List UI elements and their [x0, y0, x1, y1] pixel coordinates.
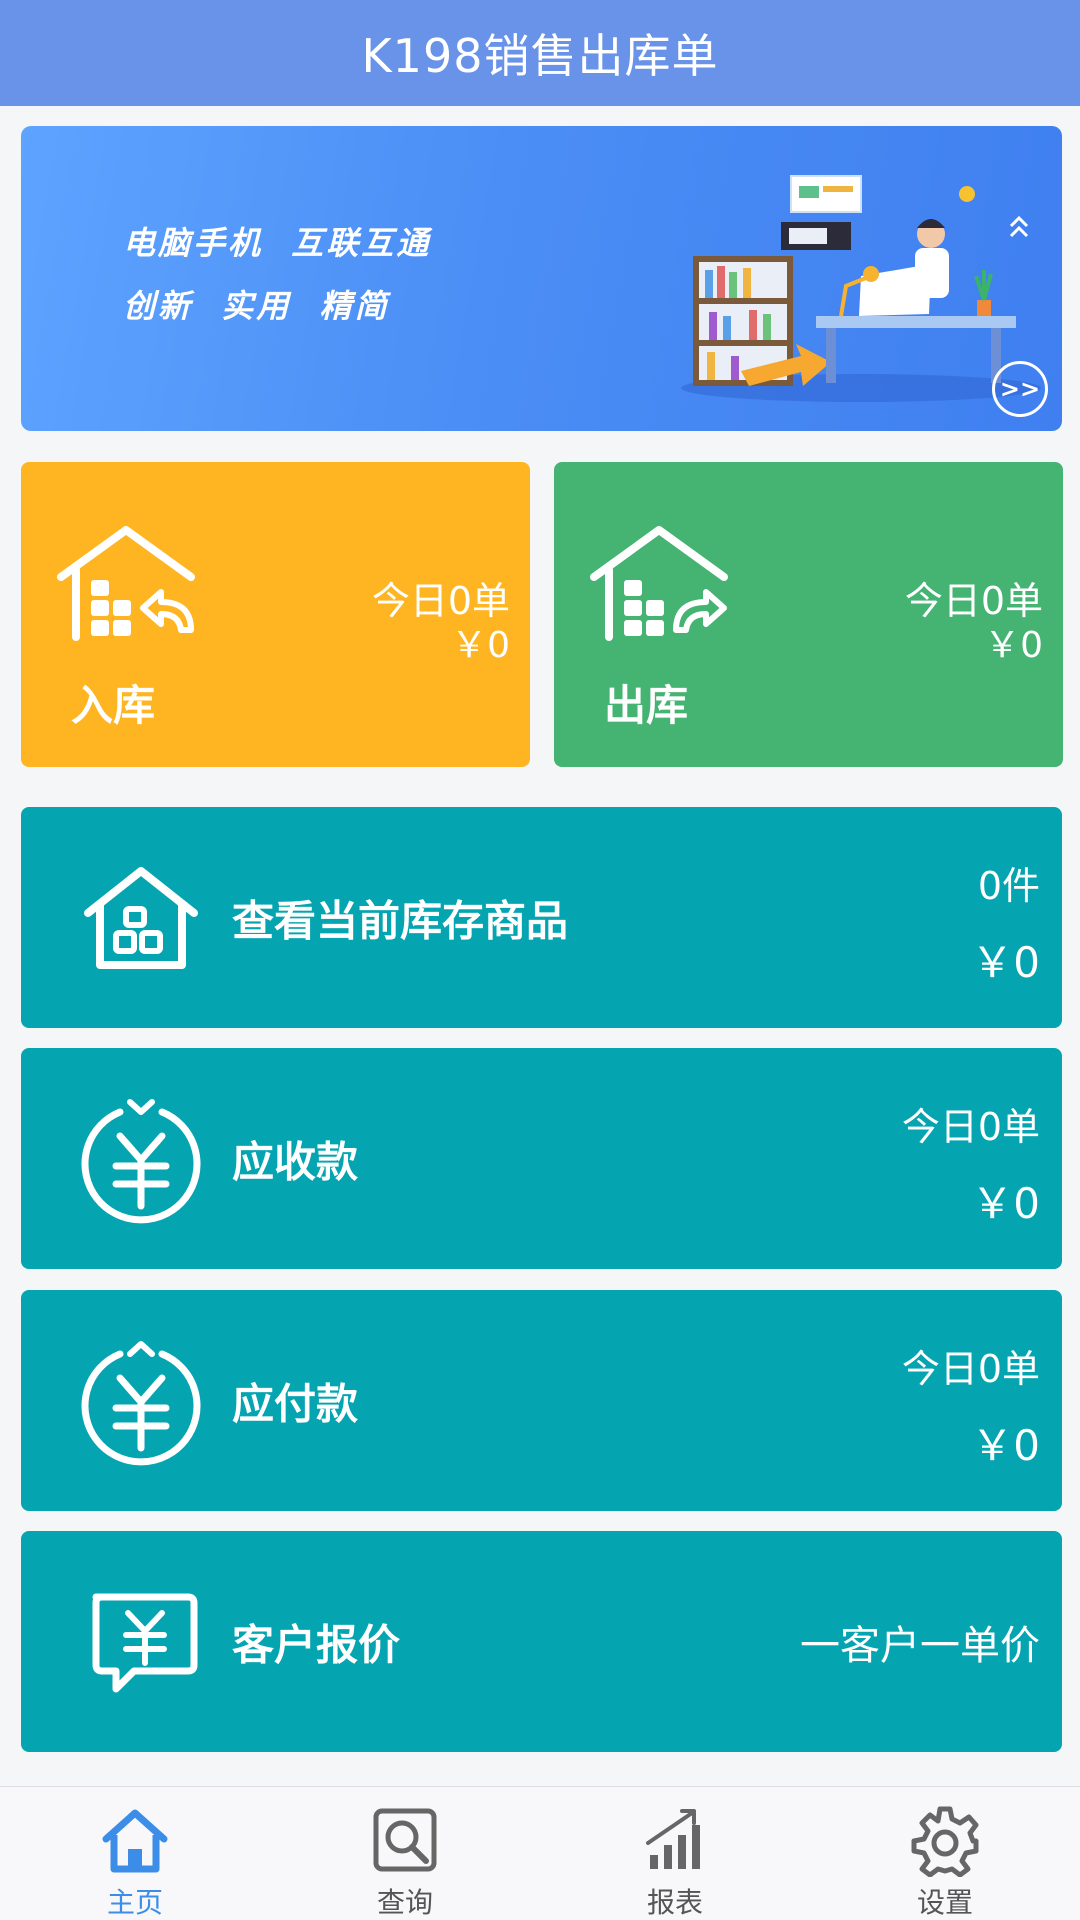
banner-more-button[interactable]: >> [992, 361, 1048, 417]
inventory-label: 查看当前库存商品 [232, 896, 569, 945]
inventory-amount: ￥0 [971, 938, 1040, 987]
home-icon [102, 1809, 168, 1873]
nav-settings-label: 设置 [916, 1886, 973, 1919]
gear-icon [911, 1806, 979, 1877]
nav-report[interactable]: 报表 [540, 1787, 810, 1920]
stock-in-label: 入库 [71, 681, 156, 730]
inventory-count: 0件 [977, 864, 1040, 908]
nav-home[interactable]: 主页 [0, 1787, 270, 1920]
receivable-amount: ￥0 [971, 1179, 1040, 1228]
customer-quote-card[interactable]: 客户报价 一客户一单价 [21, 1531, 1062, 1752]
warehouse-out-icon [590, 526, 728, 641]
app-header: K198销售出库单 [0, 0, 1080, 106]
receivable-card[interactable]: 应收款 今日0单 ￥0 [21, 1048, 1062, 1269]
chart-icon [646, 1809, 700, 1869]
customer-quote-desc: 一客户一单价 [800, 1622, 1040, 1669]
receivable-count: 今日0单 [901, 1105, 1040, 1149]
payable-label: 应付款 [232, 1379, 359, 1428]
page-title: K198销售出库单 [361, 29, 719, 83]
nav-search-label: 查询 [376, 1886, 433, 1919]
payable-count: 今日0单 [901, 1347, 1040, 1391]
nav-home-label: 主页 [106, 1886, 163, 1919]
receivable-label: 应收款 [232, 1137, 359, 1186]
nav-search[interactable]: 查询 [270, 1787, 540, 1920]
payable-amount: ￥0 [971, 1421, 1040, 1470]
bottom-navigation: 主页 查询 报表 设置 [0, 1786, 1080, 1920]
stock-in-tile[interactable]: 入库 今日0单 ￥0 [21, 462, 530, 767]
stock-in-amount: ￥0 [451, 625, 510, 666]
stock-out-tile[interactable]: 出库 今日0单 ￥0 [554, 462, 1063, 767]
inventory-card[interactable]: 查看当前库存商品 0件 ￥0 [21, 807, 1062, 1028]
stock-out-label: 出库 [604, 681, 689, 730]
nav-report-label: 报表 [646, 1886, 703, 1919]
yuan-pay-icon [81, 1340, 201, 1465]
nav-settings[interactable]: 设置 [810, 1787, 1080, 1920]
payable-card[interactable]: 应付款 今日0单 ￥0 [21, 1290, 1062, 1511]
warehouse-in-icon [57, 526, 195, 641]
price-chat-icon [92, 1593, 198, 1692]
customer-quote-label: 客户报价 [232, 1620, 401, 1669]
search-icon [373, 1808, 437, 1872]
office-illustration-icon [681, 175, 1041, 402]
banner-slogan-2: 创新 实用 精简 [123, 287, 390, 325]
promo-banner[interactable]: 电脑手机 互联互通 创新 实用 精简 >> [21, 126, 1062, 431]
banner-slogan-1: 电脑手机 互联互通 [123, 224, 432, 262]
yuan-receive-icon [81, 1098, 201, 1223]
house-inventory-icon [84, 866, 198, 969]
stock-out-amount: ￥0 [984, 625, 1043, 666]
